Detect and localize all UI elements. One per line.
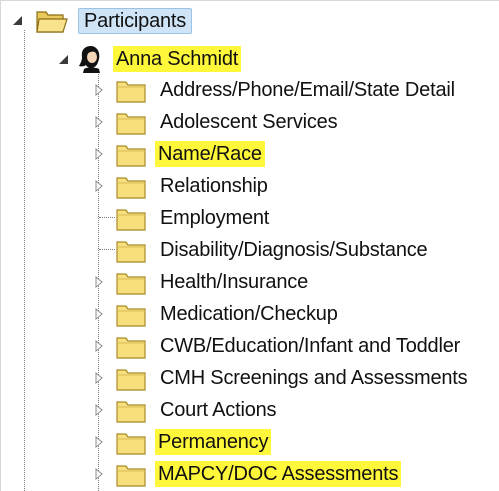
tree-node-label: Health/Insurance — [160, 271, 309, 293]
expand-triangle-icon[interactable] — [92, 403, 106, 417]
expand-triangle-icon[interactable] — [92, 275, 106, 289]
tree-node-court-actions[interactable]: Court Actions — [0, 394, 330, 424]
expand-triangle-icon[interactable] — [92, 467, 106, 481]
collapse-triangle-icon[interactable] — [10, 13, 24, 27]
tree-node-health-insurance[interactable]: Health/Insurance — [0, 266, 340, 296]
expand-triangle-icon[interactable] — [92, 435, 106, 449]
tree-node-label: Permanency — [155, 429, 272, 455]
tree-node-label: Disability/Diagnosis/Substance — [160, 239, 428, 261]
folder-icon — [116, 335, 146, 359]
expand-triangle-icon[interactable] — [92, 147, 106, 161]
tree-node-mapcy-doc-assessments[interactable]: MAPCY/DOC Assessments — [0, 458, 440, 488]
tree-node-cwb-education[interactable]: CWB/Education/Infant and Toddler — [0, 330, 499, 360]
tree-node-participant[interactable]: Anna Schmidt — [0, 43, 270, 73]
tree-node-medication-checkup[interactable]: Medication/Checkup — [0, 298, 370, 328]
tree-node-label: Address/Phone/Email/State Detail — [160, 79, 455, 101]
tree-node-label: Relationship — [160, 175, 268, 197]
expand-triangle-icon[interactable] — [92, 307, 106, 321]
folder-icon — [116, 271, 146, 295]
tree-node-address-phone-email[interactable]: Address/Phone/Email/State Detail — [0, 74, 499, 104]
tree-node-label: Employment — [160, 207, 270, 229]
folder-icon — [116, 207, 146, 231]
folder-icon — [116, 111, 146, 135]
tree-node-adolescent-services[interactable]: Adolescent Services — [0, 106, 380, 136]
expand-triangle-icon[interactable] — [92, 339, 106, 353]
folder-icon — [116, 303, 146, 327]
expand-triangle-icon[interactable] — [92, 115, 106, 129]
tree-node-label: Adolescent Services — [160, 111, 338, 133]
folder-icon — [116, 367, 146, 391]
tree-node-cmh-screenings[interactable]: CMH Screenings and Assessments — [0, 362, 499, 392]
folder-icon — [116, 79, 146, 103]
tree-node-relationship[interactable]: Relationship — [0, 170, 300, 200]
folder-icon — [116, 463, 146, 487]
tree-node-label: Anna Schmidt — [113, 46, 242, 72]
tree-node-label: Participants — [78, 8, 193, 34]
expand-triangle-icon[interactable] — [92, 83, 106, 97]
folder-icon — [116, 399, 146, 423]
tree-node-disability-diagnosis[interactable]: Disability/Diagnosis/Substance — [0, 234, 480, 264]
tree-node-name-race[interactable]: Name/Race — [0, 138, 300, 168]
tree-node-label: CWB/Education/Infant and Toddler — [160, 335, 461, 357]
folder-icon — [116, 431, 146, 455]
person-icon — [78, 45, 104, 73]
folder-icon — [116, 239, 146, 263]
collapse-triangle-icon[interactable] — [56, 52, 70, 66]
tree-node-participants[interactable]: Participants — [0, 5, 220, 35]
participant-tree: Participants Anna Schmidt Address/Phone/… — [0, 0, 499, 491]
tree-node-label: CMH Screenings and Assessments — [160, 367, 468, 389]
folder-icon — [116, 143, 146, 167]
tree-node-label: Medication/Checkup — [160, 303, 338, 325]
folder-icon — [116, 175, 146, 199]
tree-node-label: Court Actions — [160, 399, 277, 421]
tree-node-employment[interactable]: Employment — [0, 202, 300, 232]
tree-node-label: MAPCY/DOC Assessments — [155, 461, 402, 487]
expand-triangle-icon[interactable] — [92, 371, 106, 385]
tree-node-permanency[interactable]: Permanency — [0, 426, 330, 456]
folder-open-icon — [36, 8, 68, 33]
tree-node-label: Name/Race — [155, 141, 265, 167]
expand-triangle-icon[interactable] — [92, 179, 106, 193]
